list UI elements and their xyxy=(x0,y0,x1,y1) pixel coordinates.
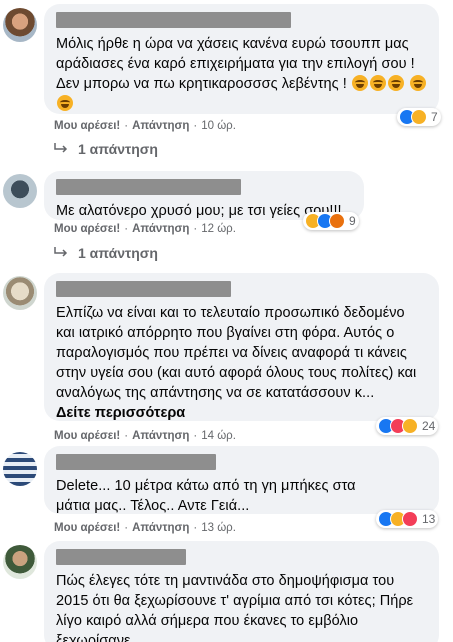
redacted-author-name[interactable] xyxy=(56,549,186,565)
see-more-link[interactable]: Δείτε περισσότερα xyxy=(56,403,427,423)
love-reaction-icon xyxy=(402,511,418,527)
avatar[interactable] xyxy=(3,174,37,208)
redacted-author-name[interactable] xyxy=(56,454,216,470)
reaction-count: 13 xyxy=(422,512,436,526)
reaction-count: 9 xyxy=(349,214,356,228)
reaction-count: 24 xyxy=(422,419,436,433)
timestamp[interactable]: 14 ώρ. xyxy=(201,430,236,442)
laughing-emoji-icon xyxy=(57,95,73,111)
avatar[interactable] xyxy=(3,452,37,486)
reply-arrow-icon xyxy=(54,143,68,153)
reaction-summary[interactable]: 7 xyxy=(397,108,441,126)
redacted-author-name[interactable] xyxy=(56,12,291,28)
comment-actions: Μου αρέσει! · Απάντηση · 14 ώρ. xyxy=(54,430,236,442)
laughing-emoji-icon xyxy=(387,75,404,91)
laughing-emoji-icon xyxy=(410,75,426,91)
reply-arrow-icon xyxy=(54,247,68,257)
timestamp[interactable]: 13 ώρ. xyxy=(201,522,236,534)
reaction-summary[interactable]: 9 xyxy=(303,212,359,230)
comment-text: Πώς έλεγες τότε τη μαντινάδα στο δημοψήφ… xyxy=(56,573,414,642)
laughing-emoji-icon xyxy=(369,75,386,91)
like-button[interactable]: Μου αρέσει! xyxy=(54,120,120,132)
redacted-author-name[interactable] xyxy=(56,281,231,297)
avatar[interactable] xyxy=(3,276,37,310)
comment-bubble: Ελπίζω να είναι και το τελευταίο προσωπι… xyxy=(44,273,439,421)
redacted-author-name[interactable] xyxy=(56,179,241,195)
comment-bubble: Πώς έλεγες τότε τη μαντινάδα στο δημοψήφ… xyxy=(44,541,439,642)
haha-reaction-icon xyxy=(411,109,427,125)
comment-text: Delete... 10 μέτρα κάτω από τη γη μπήκες… xyxy=(56,478,356,514)
avatar[interactable] xyxy=(3,8,37,42)
comment-actions: Μου αρέσει! · Απάντηση · 10 ώρ. xyxy=(54,120,236,132)
view-replies-link[interactable]: 1 απάντηση xyxy=(54,141,158,157)
replies-count-label: 1 απάντηση xyxy=(78,141,158,157)
comment-bubble: Delete... 10 μέτρα κάτω από τη γη μπήκες… xyxy=(44,446,439,514)
comment-actions: Μου αρέσει! · Απάντηση · 13 ώρ. xyxy=(54,522,236,534)
like-button[interactable]: Μου αρέσει! xyxy=(54,522,120,534)
comment-text: Μόλις ήρθε η ώρα να χάσεις κανένα ευρώ τ… xyxy=(56,34,427,114)
comment-text: Ελπίζω να είναι και το τελευταίο προσωπι… xyxy=(56,305,417,401)
comment-actions: Μου αρέσει! · Απάντηση · 12 ώρ. xyxy=(54,223,236,235)
timestamp[interactable]: 12 ώρ. xyxy=(201,223,236,235)
reply-button[interactable]: Απάντηση xyxy=(132,430,189,442)
timestamp[interactable]: 10 ώρ. xyxy=(201,120,236,132)
like-button[interactable]: Μου αρέσει! xyxy=(54,223,120,235)
replies-count-label: 1 απάντηση xyxy=(78,245,158,261)
reply-button[interactable]: Απάντηση xyxy=(132,120,189,132)
reply-button[interactable]: Απάντηση xyxy=(132,223,189,235)
comment-bubble: Μόλις ήρθε η ώρα να χάσεις κανένα ευρώ τ… xyxy=(44,4,439,114)
avatar[interactable] xyxy=(3,545,37,579)
like-button[interactable]: Μου αρέσει! xyxy=(54,430,120,442)
reply-button[interactable]: Απάντηση xyxy=(132,522,189,534)
view-replies-link[interactable]: 1 απάντηση xyxy=(54,245,158,261)
reaction-summary[interactable]: 13 xyxy=(376,510,439,528)
reaction-summary[interactable]: 24 xyxy=(376,417,439,435)
haha-reaction-icon xyxy=(402,418,418,434)
reaction-count: 7 xyxy=(431,110,438,124)
angry-reaction-icon xyxy=(329,213,345,229)
laughing-emoji-icon xyxy=(351,75,368,91)
